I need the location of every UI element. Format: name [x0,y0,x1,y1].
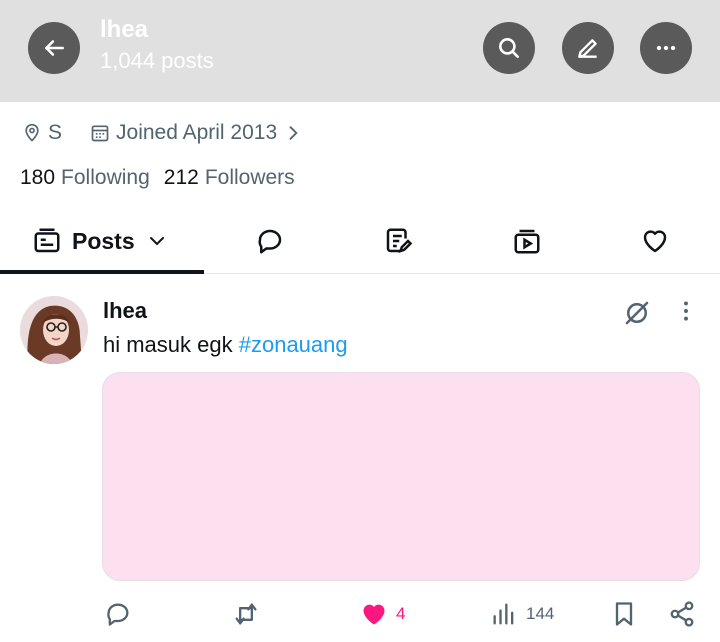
grok-icon [625,301,649,325]
reply-button[interactable] [104,594,132,634]
heart-icon [643,230,667,253]
location-text: S [48,121,63,144]
reply-icon [258,229,282,254]
tab-likes[interactable] [635,208,675,274]
more-icon [656,45,676,51]
profile-tabs: Posts [0,208,720,274]
header-title: lhea [100,16,149,43]
reply-icon [107,603,129,626]
share-button[interactable] [668,594,696,634]
following-link[interactable]: 180 Following [20,166,150,190]
bookmark-icon [615,602,633,626]
calendar-icon [91,125,109,142]
following-label: Following [61,166,150,189]
arrow-left-icon [45,40,64,56]
profile-meta: S Joined April 2013 [22,118,331,148]
active-tab-indicator [0,270,204,274]
search-icon [499,38,519,58]
followers-count: 212 [163,166,199,189]
bookmark-button[interactable] [610,594,638,634]
repost-button[interactable] [232,594,260,634]
post-more-button[interactable] [675,298,697,329]
joined-date[interactable]: Joined April 2013 [90,121,303,145]
post-body: hi masuk egk [103,332,239,357]
views-button[interactable]: 144 [490,594,554,634]
header-post-count: 1,044 posts [100,48,214,73]
follow-stats: 180 Following 212 Followers [20,166,295,190]
like-count: 4 [396,604,406,623]
post-actions: 4 144 [0,594,720,634]
location: S [22,121,62,145]
tab-articles[interactable] [378,208,418,274]
grok-button[interactable] [622,298,652,333]
joined-text: Joined April 2013 [116,121,278,144]
views-chart-icon [493,603,514,625]
location-pin-icon [25,123,39,142]
tab-media[interactable] [507,208,547,274]
post-author[interactable]: lhea [103,298,147,324]
repost-icon [235,603,257,625]
followers-link[interactable]: 212 Followers [164,166,295,190]
article-icon [386,228,413,253]
avatar[interactable] [20,296,88,364]
post-media[interactable] [102,372,700,581]
more-vertical-icon [684,301,688,321]
edit-button[interactable] [562,22,614,74]
avatar-image [20,296,88,364]
hashtag-link[interactable]: #zonauang [239,332,348,357]
chevron-right-icon [289,126,298,140]
post-text: hi masuk egk #zonauang [103,332,348,358]
like-button[interactable]: 4 [360,594,405,634]
heart-filled-icon [363,604,385,625]
profile-header: lhea 1,044 posts [0,0,720,102]
following-count: 180 [20,166,56,189]
tab-posts-label: Posts [72,227,135,254]
chevron-down-icon [149,237,164,246]
more-button[interactable] [640,22,692,74]
search-button[interactable] [483,22,535,74]
video-icon [514,229,540,254]
back-button[interactable] [28,22,80,74]
view-count: 144 [526,604,555,623]
tab-replies[interactable] [250,208,290,274]
tab-posts[interactable]: Posts [32,208,169,274]
followers-label: Followers [204,166,295,189]
posts-icon [34,228,60,253]
share-icon [670,601,694,627]
pencil-icon [578,39,597,58]
